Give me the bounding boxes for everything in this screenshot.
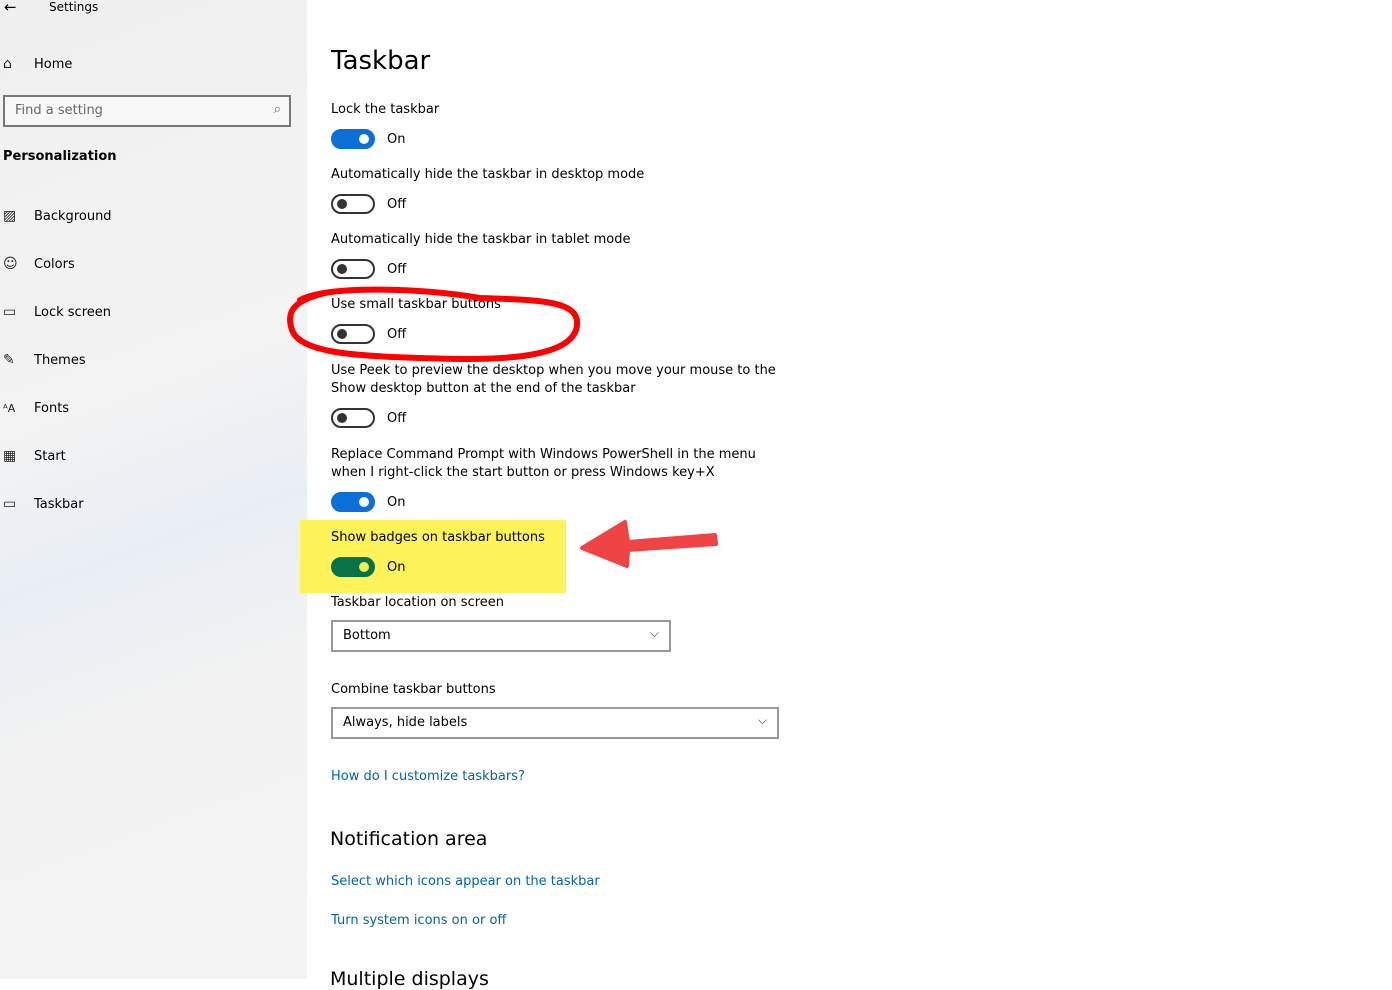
peek-toggle[interactable] [331,408,375,428]
palette-icon: ☺ [3,256,18,272]
powershell-toggle[interactable] [331,492,375,512]
setting-label: Use Peek to preview the desktop when you… [331,363,776,378]
search-input[interactable]: Find a setting ⌕ [3,95,291,127]
picture-icon: ▨ [3,208,17,224]
window-title: Settings [49,0,99,14]
setting-label: Replace Command Prompt with Windows Powe… [331,447,756,462]
system-icons-link[interactable]: Turn system icons on or off [331,913,506,928]
start-icon: ▦ [3,448,17,464]
toggle-state: On [387,132,406,147]
search-icon: ⌕ [273,102,281,117]
toggle-state: On [387,495,406,510]
sidebar-item-background[interactable]: ▨ Background [0,201,300,231]
setting-label: Use small taskbar buttons [331,297,501,312]
combine-label: Combine taskbar buttons [331,682,496,697]
small-buttons-toggle[interactable] [331,324,375,344]
autohide-tablet-toggle[interactable] [331,259,375,279]
setting-label: Show badges on taskbar buttons [331,530,545,545]
multiple-displays-heading: Multiple displays [330,968,489,990]
select-icons-link[interactable]: Select which icons appear on the taskbar [331,874,600,889]
sidebar-item-lock-screen[interactable]: ▭ Lock screen [0,297,300,327]
themes-icon: ✎ [3,352,15,368]
setting-label: Automatically hide the taskbar in tablet… [331,232,631,247]
home-icon: ⌂ [3,56,12,72]
toggle-state: Off [387,327,407,342]
sidebar-item-home[interactable]: ⌂ Home [0,49,300,79]
page-title: Taskbar [331,46,431,76]
chevron-down-icon: ⌵ [757,713,767,727]
sidebar-item-start[interactable]: ▦ Start [0,441,300,471]
combine-dropdown[interactable]: Always, hide labels ⌵ [331,707,779,739]
location-label: Taskbar location on screen [331,595,505,610]
back-icon[interactable]: ← [4,0,17,16]
setting-label: Lock the taskbar [331,102,440,117]
setting-label: Automatically hide the taskbar in deskto… [331,167,645,182]
sidebar-item-taskbar[interactable]: ▭ Taskbar [0,489,300,519]
lock-screen-icon: ▭ [3,304,17,320]
section-heading: Personalization [3,149,117,164]
chevron-down-icon: ⌵ [649,626,659,640]
sidebar-item-fonts[interactable]: ᴬA Fonts [0,393,300,423]
toggle-state: Off [387,262,407,277]
notification-heading: Notification area [330,828,488,850]
location-dropdown[interactable]: Bottom ⌵ [331,620,671,652]
sidebar-item-themes[interactable]: ✎ Themes [0,345,300,375]
setting-label: Show desktop button at the end of the ta… [331,381,636,396]
lock-taskbar-toggle[interactable] [331,129,375,149]
red-arrow-annotation [580,520,718,568]
help-link[interactable]: How do I customize taskbars? [331,769,525,784]
badges-toggle[interactable] [331,557,375,577]
toggle-state: On [387,560,406,575]
setting-label: when I right-click the start button or p… [331,465,715,480]
toggle-state: Off [387,197,407,212]
fonts-icon: ᴬA [3,401,16,415]
taskbar-icon: ▭ [3,496,17,512]
toggle-state: Off [387,411,407,426]
sidebar: ← Settings ⌂ Home Find a setting ⌕ Persona… [0,0,307,979]
autohide-desktop-toggle[interactable] [331,194,375,214]
sidebar-item-colors[interactable]: ☺ Colors [0,249,300,279]
